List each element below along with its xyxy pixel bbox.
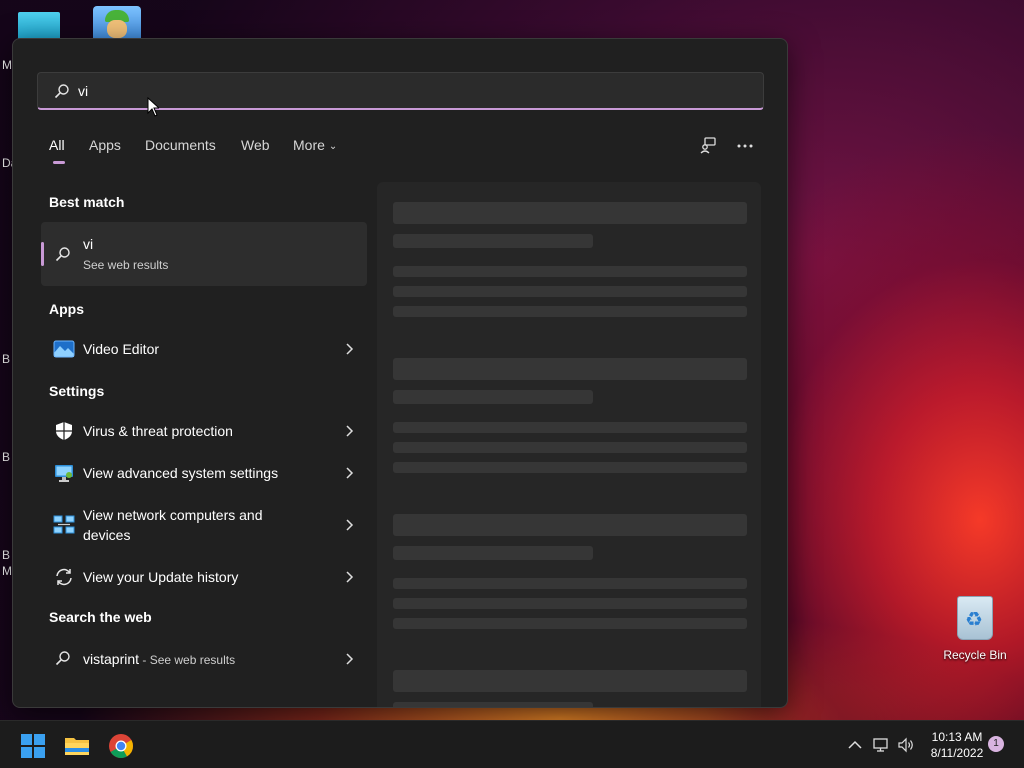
shield-icon	[56, 422, 72, 440]
best-match-title: vi	[83, 236, 94, 252]
skeleton-bar	[393, 358, 747, 380]
network-computers-icon	[53, 515, 75, 534]
tab-more-label: More	[293, 137, 325, 153]
windows-start-icon[interactable]	[20, 733, 46, 759]
clock-date: 8/11/2022	[930, 746, 984, 760]
skeleton-bar	[393, 546, 593, 560]
desktop-edge-label: B	[2, 450, 11, 464]
skeleton-bar	[393, 514, 747, 536]
chevron-right-icon	[346, 343, 354, 355]
settings-heading: Settings	[49, 383, 105, 399]
app-item-video-editor[interactable]: Video Editor	[49, 337, 355, 361]
settings-item-update-history[interactable]: View your Update history	[49, 565, 355, 589]
skeleton-bar	[393, 598, 747, 609]
video-editor-icon	[53, 340, 75, 358]
skeleton-bar	[393, 578, 747, 589]
skeleton-bar	[393, 422, 747, 433]
selection-accent	[41, 242, 44, 266]
skeleton-bar	[393, 618, 747, 629]
update-refresh-icon	[56, 568, 72, 586]
web-result-query: vistaprint	[83, 651, 140, 667]
skeleton-bar	[393, 670, 747, 692]
chevron-right-icon	[346, 467, 354, 479]
mouse-cursor-icon	[147, 97, 159, 117]
search-icon	[54, 84, 69, 99]
preview-pane-loading	[377, 182, 761, 707]
search-panel: All Apps Documents Web More⌄ Best match …	[12, 38, 788, 708]
clock[interactable]: 10:13 AM 8/11/2022	[920, 729, 994, 761]
apps-heading: Apps	[49, 301, 84, 317]
tab-documents[interactable]: Documents	[145, 137, 216, 153]
chrome-browser-icon[interactable]	[108, 733, 134, 759]
chevron-right-icon	[346, 425, 354, 437]
tab-web[interactable]: Web	[241, 137, 270, 153]
skeleton-bar	[393, 202, 747, 224]
notification-badge[interactable]: 1	[988, 736, 1004, 752]
settings-label: View advanced system settings	[83, 465, 279, 481]
active-tab-indicator	[53, 161, 65, 164]
desktop-edge-label: B	[2, 548, 11, 562]
desktop-edge-label: M	[2, 58, 12, 72]
chevron-right-icon	[346, 653, 354, 665]
chevron-right-icon	[346, 571, 354, 583]
settings-item-network-computers[interactable]: View network computers and devices	[49, 503, 355, 547]
skeleton-bar	[393, 306, 747, 317]
settings-label: Virus & threat protection	[83, 423, 233, 439]
web-result-suffix: - See web results	[139, 653, 236, 667]
desktop-folder-icon[interactable]	[18, 12, 60, 40]
web-result-text: vistaprint - See web results	[83, 649, 313, 670]
best-match-heading: Best match	[49, 194, 125, 210]
skeleton-bar	[393, 266, 747, 277]
skeleton-bar	[393, 390, 593, 404]
tab-more[interactable]: More ⌄	[293, 137, 337, 153]
clock-time: 10:13 AM	[931, 730, 983, 744]
desktop-edge-label: M	[2, 564, 12, 578]
recycle-bin[interactable]: Recycle Bin	[940, 596, 1010, 662]
chevron-right-icon	[346, 519, 354, 531]
tab-all[interactable]: All	[49, 137, 65, 153]
chevron-down-icon: ⌄	[328, 141, 338, 152]
skeleton-bar	[393, 286, 747, 297]
settings-item-advanced-system[interactable]: View advanced system settings	[49, 461, 355, 485]
settings-label: View network computers and devices	[83, 507, 263, 543]
system-monitor-icon	[55, 465, 73, 482]
chevron-up-icon[interactable]	[846, 736, 864, 754]
settings-item-virus-protection[interactable]: Virus & threat protection	[49, 419, 355, 443]
search-web-heading: Search the web	[49, 609, 152, 625]
recycle-bin-label: Recycle Bin	[943, 648, 1007, 662]
desktop-game-icon[interactable]	[93, 6, 141, 42]
app-label: Video Editor	[83, 341, 160, 357]
settings-label: View your Update history	[83, 569, 239, 585]
skeleton-bar	[393, 442, 747, 453]
web-result-vistaprint[interactable]: vistaprint - See web results	[49, 647, 355, 671]
search-icon	[55, 651, 70, 666]
volume-icon[interactable]	[897, 736, 915, 754]
search-icon	[55, 247, 70, 262]
skeleton-bar	[393, 234, 593, 248]
file-explorer-icon[interactable]	[64, 733, 90, 759]
best-match-subtitle: See web results	[83, 258, 169, 272]
skeleton-bar	[393, 702, 593, 707]
more-options-icon[interactable]	[733, 134, 757, 158]
search-input[interactable]	[78, 79, 718, 103]
taskbar: 10:13 AM 8/11/2022 1	[0, 720, 1024, 768]
skeleton-bar	[393, 462, 747, 473]
recycle-bin-icon	[957, 596, 993, 640]
best-match-item[interactable]: vi See web results	[41, 222, 367, 286]
desktop-edge-label: B	[2, 352, 11, 366]
account-switch-icon[interactable]	[697, 134, 721, 158]
network-icon[interactable]	[872, 736, 890, 754]
tab-apps[interactable]: Apps	[89, 137, 121, 153]
